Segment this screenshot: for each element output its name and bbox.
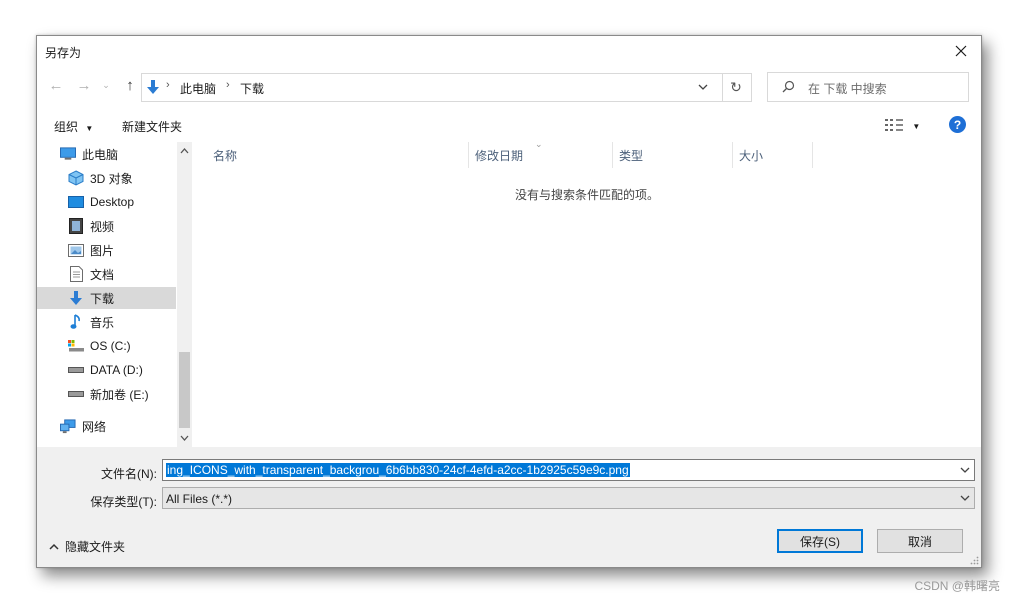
refresh-icon: ↻ [730, 79, 742, 95]
caret-down-icon: ▼ [85, 124, 94, 133]
sort-indicator-icon: ⌄ [535, 139, 543, 149]
search-placeholder: 在 下载 中搜索 [808, 82, 887, 96]
navigation-pane: 此电脑 3D 对象 Desktop 视频 图片 文档 下载 音乐 OS (C:)… [37, 142, 177, 447]
tree-label: OS (C:) [90, 339, 131, 353]
title-bar: 另存为 [37, 36, 981, 66]
forward-button[interactable]: → [73, 74, 95, 96]
system-drive-icon [68, 338, 84, 354]
command-bar: 组织 ▼ 新建文件夹 ▼ ? [37, 112, 981, 140]
hide-folders-toggle[interactable]: 隐藏文件夹 [49, 538, 125, 555]
breadcrumb-separator-icon: › [226, 79, 230, 91]
help-icon[interactable]: ? [949, 116, 966, 133]
drive-icon [68, 362, 84, 378]
computer-icon [60, 146, 76, 162]
video-icon [68, 218, 84, 234]
filename-input[interactable]: ing_ICONS_with_transparent_backgrou_6b6b… [162, 459, 975, 481]
music-icon [68, 314, 84, 330]
download-icon [68, 290, 84, 306]
file-list[interactable]: 名称 修改日期 ⌄ 类型 大小 没有与搜索条件匹配的项。 [193, 139, 981, 447]
chevron-down-icon [960, 495, 970, 501]
column-header-date-modified[interactable]: 修改日期 ⌄ [469, 139, 613, 168]
watermark: CSDN @韩曙亮 [914, 579, 1000, 593]
cancel-button[interactable]: 取消 [877, 529, 963, 553]
tree-item-downloads[interactable]: 下载 [37, 287, 176, 309]
filetype-select[interactable]: All Files (*.*) [162, 487, 975, 509]
search-box[interactable]: 在 下载 中搜索 [767, 72, 969, 102]
picture-icon [68, 242, 84, 258]
resize-grip-icon[interactable] [969, 555, 979, 565]
tree-label: 文档 [90, 267, 115, 282]
organize-button[interactable]: 组织 ▼ [54, 118, 93, 135]
download-icon [147, 80, 159, 94]
new-folder-button[interactable]: 新建文件夹 [122, 118, 182, 135]
hide-folders-label: 隐藏文件夹 [65, 540, 126, 554]
arrow-up-icon: ↑ [126, 76, 134, 94]
column-header-label: 修改日期 [475, 148, 524, 163]
filetype-label: 保存类型(T): [90, 495, 157, 509]
save-button[interactable]: 保存(S) [777, 529, 863, 553]
tree-label: 新加卷 (E:) [90, 387, 149, 402]
breadcrumb-item-downloads[interactable]: 下载 [240, 80, 264, 97]
arrow-left-icon: ← [48, 76, 64, 94]
scroll-down-icon[interactable] [180, 435, 189, 441]
network-icon [60, 418, 76, 434]
tree-label: 视频 [90, 219, 115, 234]
chevron-down-icon: ⌄ [102, 79, 110, 90]
view-list-icon [885, 119, 903, 131]
dialog-title: 另存为 [45, 46, 82, 60]
column-header-name[interactable]: 名称 [207, 142, 469, 168]
column-header-type[interactable]: 类型 [613, 142, 733, 168]
tree-label: DATA (D:) [90, 363, 143, 377]
document-icon [68, 266, 84, 282]
tree-label: 3D 对象 [90, 171, 133, 186]
tree-label: 图片 [90, 243, 115, 258]
empty-message: 没有与搜索条件匹配的项。 [514, 188, 659, 202]
search-icon [782, 80, 795, 93]
tree-label: 此电脑 [82, 147, 119, 162]
arrow-right-icon: → [76, 76, 92, 94]
breadcrumb-item-this-pc[interactable]: 此电脑 [180, 80, 216, 97]
up-button[interactable]: ↑ [119, 74, 141, 96]
filetype-value: All Files (*.*) [166, 492, 233, 506]
tree-label: 网络 [82, 419, 107, 434]
tree-label: 下载 [90, 291, 115, 306]
scroll-up-icon[interactable] [180, 148, 189, 154]
breadcrumb-separator-icon: › [166, 79, 170, 91]
tree-label: Desktop [90, 195, 135, 209]
tree-label: 音乐 [90, 315, 115, 330]
cube-icon [68, 170, 84, 186]
column-header-size[interactable]: 大小 [733, 142, 813, 168]
address-dropdown-icon[interactable] [698, 83, 708, 91]
refresh-button[interactable]: ↻ [721, 73, 752, 102]
desktop-icon [68, 194, 84, 210]
back-button[interactable]: ← [45, 74, 67, 96]
filename-value: ing_ICONS_with_transparent_backgrou_6b6b… [166, 463, 630, 477]
chevron-down-icon[interactable] [960, 467, 970, 474]
organize-label: 组织 [54, 120, 79, 134]
filename-label: 文件名(N): [101, 467, 157, 481]
navigation-bar: ← → ⌄ ↑ › 此电脑 › 下载 ↻ 在 下载 中搜索 [37, 66, 981, 106]
scroll-thumb[interactable] [179, 352, 190, 428]
recent-locations-button[interactable]: ⌄ [99, 74, 113, 96]
save-form: 文件名(N): ing_ICONS_with_transparent_backg… [37, 447, 981, 567]
view-options-button[interactable]: ▼ [885, 119, 920, 134]
close-button[interactable] [941, 36, 981, 66]
close-icon [955, 45, 967, 57]
tree-item-network[interactable]: 网络 [37, 415, 198, 437]
chevron-up-icon [49, 543, 59, 550]
navigation-scrollbar[interactable] [177, 142, 192, 447]
address-bar[interactable]: › 此电脑 › 下载 [141, 73, 723, 102]
drive-icon [68, 386, 84, 402]
tree-item-this-pc[interactable]: 此电脑 [37, 143, 198, 165]
save-as-dialog: 另存为 ← → ⌄ ↑ › 此电脑 › 下载 ↻ 在 下载 中搜索 组织 ▼ 新… [36, 35, 982, 568]
caret-down-icon: ▼ [912, 122, 921, 131]
